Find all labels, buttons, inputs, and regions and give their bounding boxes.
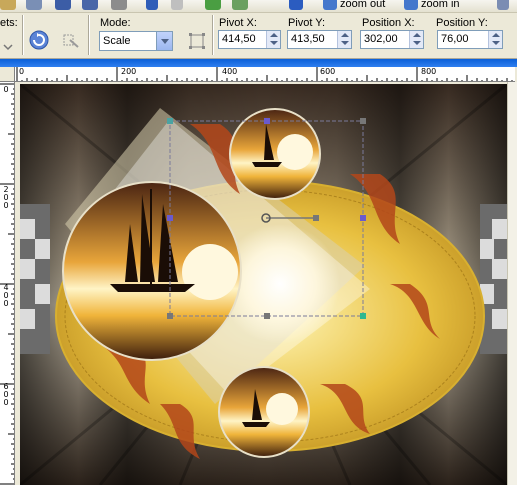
presets-label: ets: <box>0 17 18 29</box>
horizontal-ruler: 0 200 400 600 800 <box>15 67 515 82</box>
chevron-down-icon[interactable] <box>156 32 172 50</box>
flip-icon <box>63 34 79 48</box>
zoom-out-label[interactable]: zoom out <box>340 0 385 10</box>
ruler-corner <box>0 67 15 82</box>
zoom-in-label[interactable]: zoom in <box>421 0 460 10</box>
position-x-label: Position X: <box>362 17 415 29</box>
ruler-label: 400 <box>222 67 238 76</box>
pivot-x-label: Pivot X: <box>219 17 257 29</box>
reset-icon <box>29 30 49 50</box>
bottom-sunset-circle <box>218 366 310 458</box>
layout-icon[interactable] <box>232 0 248 10</box>
clipboard-icon[interactable] <box>497 0 509 10</box>
tool-options-bar: ets: Mode: Scale Pivot X: 414,50 Pivot Y… <box>0 13 517 59</box>
spinner-arrows-icon[interactable] <box>266 31 280 48</box>
arrange-icon[interactable] <box>205 0 221 10</box>
mode-label: Mode: <box>100 17 131 29</box>
pivot-y-value: 413,50 <box>291 33 325 45</box>
ruler-ticks <box>16 67 513 81</box>
toolbar-divider <box>22 15 24 55</box>
zoom-out-icon[interactable] <box>323 0 337 10</box>
mode-select[interactable]: Scale <box>99 31 173 51</box>
rectangle-icon <box>189 33 205 49</box>
open-icon[interactable] <box>0 0 16 10</box>
toolbar-divider <box>88 15 90 55</box>
save-icon[interactable] <box>55 0 71 10</box>
ruler-label: 600 <box>320 67 336 76</box>
ruler-label: 2 0 0 <box>3 185 9 210</box>
ruler-label: 6 0 0 <box>3 382 9 407</box>
ruler-label: 800 <box>421 67 437 76</box>
screen: zoom out zoom in ets: Mode: Scale Pivot … <box>0 0 517 485</box>
spinner-arrows-icon[interactable] <box>488 31 502 48</box>
pivot-x-value: 414,50 <box>222 33 256 45</box>
chevron-down-icon <box>3 44 13 51</box>
flip-button[interactable] <box>60 29 82 51</box>
print-icon[interactable] <box>111 0 127 10</box>
mode-value: Scale <box>103 35 131 47</box>
document-window: 0 200 400 600 800 0 2 0 0 4 0 0 6 0 0 <box>0 59 517 485</box>
right-checker-pattern <box>480 204 507 354</box>
left-checker-pattern <box>20 204 50 354</box>
position-x-value: 302,00 <box>364 33 398 45</box>
document-titlebar[interactable] <box>0 59 517 67</box>
position-y-label: Position Y: <box>436 17 488 29</box>
redo-icon[interactable] <box>171 0 183 10</box>
main-toolbar-strip: zoom out zoom in <box>0 0 517 13</box>
top-sunset-circle <box>229 108 321 200</box>
reset-button[interactable] <box>28 29 50 51</box>
bounding-box-button[interactable] <box>186 30 208 52</box>
canvas-artwork <box>20 84 507 485</box>
ruler-label: 0 <box>19 67 25 76</box>
position-y-value: 76,00 <box>441 33 469 45</box>
presets-dropdown[interactable] <box>0 37 20 55</box>
ruler-label: 0 <box>3 85 9 94</box>
ruler-label: 4 0 0 <box>3 283 9 308</box>
pivot-y-label: Pivot Y: <box>288 17 326 29</box>
browse-icon[interactable] <box>26 0 42 10</box>
ruler-label: 200 <box>121 67 137 76</box>
save-as-icon[interactable] <box>82 0 98 10</box>
large-sunset-circle <box>62 181 242 361</box>
pivot-y-field[interactable]: 413,50 <box>287 30 352 49</box>
image-canvas[interactable] <box>20 84 507 485</box>
toolbar-divider <box>212 15 214 55</box>
zoom-in-icon[interactable] <box>404 0 418 10</box>
position-x-field[interactable]: 302,00 <box>360 30 424 49</box>
position-y-field[interactable]: 76,00 <box>437 30 503 49</box>
pivot-x-field[interactable]: 414,50 <box>218 30 281 49</box>
vertical-scrollbar[interactable] <box>507 82 517 485</box>
spinner-arrows-icon[interactable] <box>409 31 423 48</box>
undo-icon[interactable] <box>146 0 158 10</box>
spinner-arrows-icon[interactable] <box>337 31 351 48</box>
info-icon[interactable] <box>289 0 303 10</box>
vertical-ruler: 0 2 0 0 4 0 0 6 0 0 <box>0 82 15 485</box>
